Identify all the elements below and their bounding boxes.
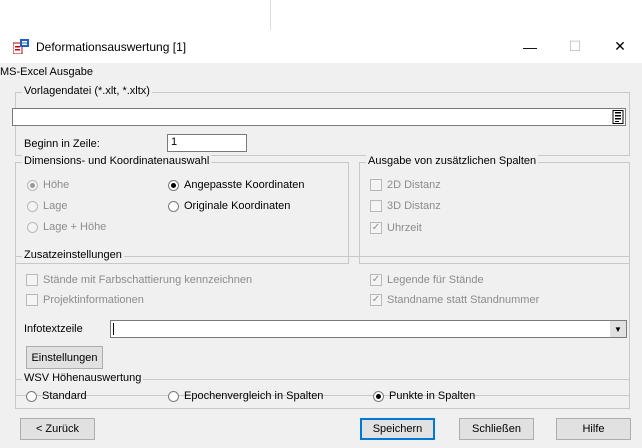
checkbox-legende[interactable]: ✓: [370, 274, 382, 286]
radio-epochenvergleich-label: Epochenvergleich in Spalten: [184, 390, 324, 402]
radio-lage[interactable]: [27, 201, 38, 212]
checkbox-standname[interactable]: ✓: [370, 294, 382, 306]
checkbox-3d-distanz[interactable]: [370, 200, 382, 212]
dialog-window: Deformationsauswertung [1] — ☐ ✕ MS-Exce…: [0, 30, 642, 448]
radio-punkte-label: Punkte in Spalten: [389, 390, 476, 402]
maximize-button[interactable]: ☐: [553, 30, 597, 63]
checkbox-farbschattierung[interactable]: [26, 274, 38, 286]
extra-columns-legend: Ausgabe von zusätzlichen Spalten: [366, 155, 539, 167]
wsv-group-legend: WSV Höhenauswertung: [22, 372, 144, 384]
checkbox-projektinformationen[interactable]: [26, 294, 38, 306]
infotext-label: Infotextzeile: [24, 323, 83, 335]
back-button[interactable]: < Zurück: [20, 418, 95, 440]
section-label: MS-Excel Ausgabe: [0, 66, 93, 78]
radio-originale-label: Originale Koordinaten: [184, 200, 291, 212]
radio-punkte-in-spalten[interactable]: [373, 391, 384, 402]
checkbox-2d-distanz[interactable]: [370, 179, 382, 191]
browse-file-icon[interactable]: [612, 110, 624, 124]
start-row-input[interactable]: 1: [167, 134, 247, 152]
window-title: Deformationsauswertung [1]: [36, 40, 187, 54]
checkbox-uhrzeit[interactable]: ✓: [370, 222, 382, 234]
help-button[interactable]: Hilfe: [556, 418, 631, 440]
template-group-legend: Vorlagendatei (*.xlt, *.xltx): [22, 85, 152, 97]
start-row-label: Beginn in Zeile:: [24, 138, 100, 150]
radio-originale-koordinaten[interactable]: [168, 201, 179, 212]
template-file-input[interactable]: [12, 108, 626, 126]
save-button[interactable]: Speichern: [360, 418, 435, 440]
infotext-combobox[interactable]: [110, 320, 627, 338]
dimension-group-legend: Dimensions- und Koordinatenauswahl: [22, 155, 212, 167]
radio-standard[interactable]: [26, 391, 37, 402]
checkbox-2d-distanz-label: 2D Distanz: [387, 179, 441, 191]
checkbox-legende-label: Legende für Stände: [387, 274, 484, 286]
extra-columns-group: Ausgabe von zusätzlichen Spalten 2D Dist…: [359, 155, 630, 264]
template-group: Vorlagendatei (*.xlt, *.xltx) Beginn in …: [12, 85, 630, 156]
additional-settings-legend: Zusatzeinstellungen: [22, 249, 124, 261]
radio-angepasste-koordinaten[interactable]: [168, 180, 179, 191]
radio-hoehe-label: Höhe: [43, 179, 70, 191]
infotext-dropdown-icon[interactable]: ▼: [610, 321, 626, 337]
wsv-group: WSV Höhenauswertung Standard Epochenverg…: [15, 372, 630, 409]
title-bar: Deformationsauswertung [1] — ☐ ✕: [0, 30, 642, 63]
app-icon: [13, 39, 29, 54]
close-window-button[interactable]: ✕: [598, 30, 642, 63]
checkbox-standname-label: Standname statt Standnummer: [387, 294, 540, 306]
checkbox-projektinformationen-label: Projektinformationen: [43, 294, 144, 306]
radio-hoehe[interactable]: [27, 180, 38, 191]
checkbox-3d-distanz-label: 3D Distanz: [387, 200, 441, 212]
radio-lage-label: Lage: [43, 200, 68, 212]
radio-angepasste-label: Angepasste Koordinaten: [184, 179, 305, 191]
browser-tab-strip: [0, 0, 271, 31]
settings-button[interactable]: Einstellungen: [26, 346, 103, 369]
radio-lage-hoehe[interactable]: [27, 222, 38, 233]
close-button[interactable]: Schließen: [459, 418, 534, 440]
checkbox-farbschattierung-label: Stände mit Farbschattierung kennzeichnen: [43, 274, 253, 286]
radio-standard-label: Standard: [42, 390, 87, 402]
radio-lage-hoehe-label: Lage + Höhe: [43, 221, 107, 233]
checkbox-uhrzeit-label: Uhrzeit: [387, 222, 422, 234]
radio-epochenvergleich[interactable]: [168, 391, 179, 402]
minimize-button[interactable]: —: [508, 30, 552, 63]
text-cursor: [113, 323, 114, 335]
